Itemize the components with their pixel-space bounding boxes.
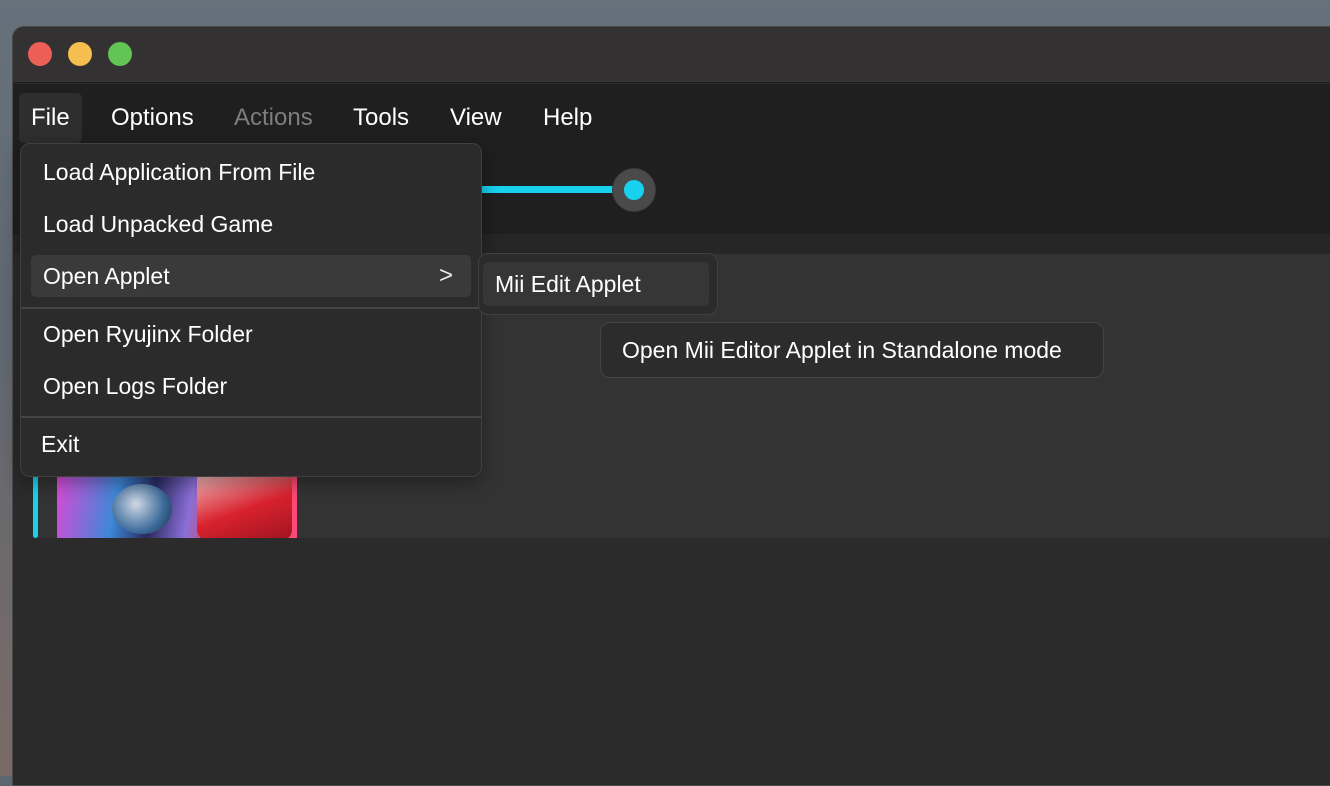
menu-file[interactable]: File bbox=[19, 93, 82, 143]
open-applet-submenu: Mii Edit Applet bbox=[478, 253, 718, 315]
menu-help[interactable]: Help bbox=[531, 93, 604, 143]
menu-item-open-ryujinx-folder[interactable]: Open Ryujinx Folder bbox=[31, 313, 471, 355]
thumbnail-art-shape bbox=[112, 484, 172, 534]
tooltip: Open Mii Editor Applet in Standalone mod… bbox=[600, 322, 1104, 378]
menu-separator bbox=[21, 307, 481, 309]
menu-item-load-application[interactable]: Load Application From File bbox=[31, 151, 471, 193]
grid-size-slider-thumb[interactable] bbox=[612, 168, 656, 212]
menu-item-label: Load Application From File bbox=[43, 159, 316, 185]
menu-actions: Actions bbox=[234, 104, 313, 131]
selection-indicator bbox=[33, 474, 38, 538]
menu-item-label: Open Logs Folder bbox=[43, 373, 228, 399]
menu-item-label: Open Applet bbox=[43, 263, 170, 289]
title-bar bbox=[13, 27, 1330, 83]
close-window-button[interactable] bbox=[28, 42, 52, 66]
menu-item-exit[interactable]: Exit bbox=[29, 423, 469, 465]
menu-separator bbox=[21, 416, 481, 418]
thumbnail-art-shape bbox=[197, 476, 292, 538]
menu-view[interactable]: View bbox=[438, 93, 514, 143]
grid-size-slider-track[interactable] bbox=[473, 186, 633, 193]
maximize-window-button[interactable] bbox=[108, 42, 132, 66]
menu-item-label: Exit bbox=[41, 431, 80, 457]
menu-item-label: Open Ryujinx Folder bbox=[43, 321, 253, 347]
menu-tools[interactable]: Tools bbox=[341, 93, 421, 143]
menu-bar: File Options Actions Tools View Help bbox=[13, 84, 1330, 146]
menu-options[interactable]: Options bbox=[99, 93, 206, 143]
game-thumbnail[interactable] bbox=[57, 476, 297, 538]
menu-item-open-logs-folder[interactable]: Open Logs Folder bbox=[31, 365, 471, 407]
menu-item-mii-edit-applet[interactable]: Mii Edit Applet bbox=[483, 262, 709, 306]
menu-item-open-applet[interactable]: Open Applet > bbox=[31, 255, 471, 297]
minimize-window-button[interactable] bbox=[68, 42, 92, 66]
file-dropdown-menu: Load Application From File Load Unpacked… bbox=[20, 143, 482, 477]
menu-item-label: Load Unpacked Game bbox=[43, 211, 274, 237]
menu-item-load-unpacked-game[interactable]: Load Unpacked Game bbox=[31, 203, 471, 245]
chevron-right-icon: > bbox=[438, 262, 453, 289]
